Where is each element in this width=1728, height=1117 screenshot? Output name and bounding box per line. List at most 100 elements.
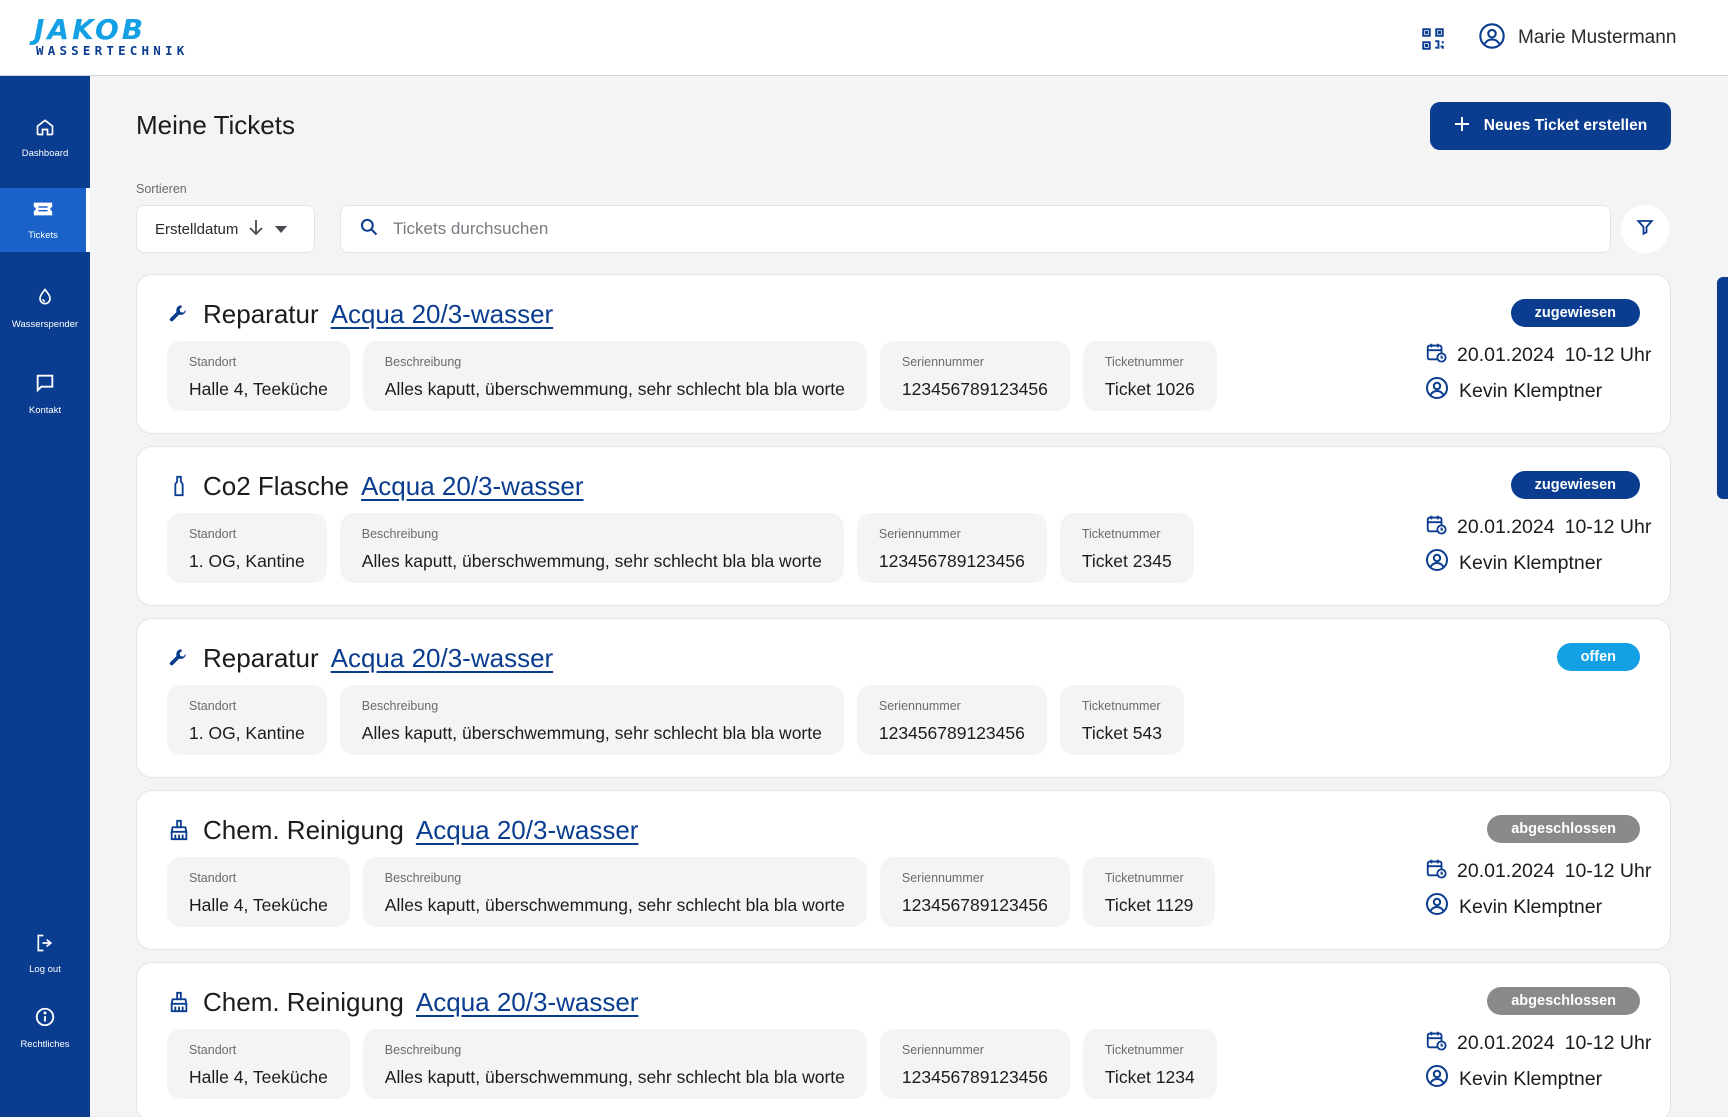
- field-value: Halle 4, Teeküche: [189, 895, 328, 915]
- sidebar-item-tickets[interactable]: Tickets: [0, 188, 90, 252]
- field-value: Ticket 543: [1081, 723, 1162, 743]
- device-link[interactable]: Acqua 20/3-wasser: [331, 299, 554, 330]
- field-label: Beschreibung: [361, 527, 439, 541]
- bottle-icon: [167, 474, 191, 498]
- sidebar-item-rechtliches[interactable]: Rechtliches: [0, 996, 90, 1060]
- field-description: Beschreibung Alles kaputt, überschwemmung…: [362, 857, 867, 927]
- ticket-meta: 20.01.2024 10-12 Uhr Kevin Klemptner: [1425, 853, 1651, 925]
- ticket-category: Chem. Reinigung: [203, 814, 404, 845]
- water-drop-icon: [35, 286, 55, 313]
- field-value: Ticket 2345: [1081, 551, 1172, 571]
- field-label: Beschreibung: [384, 871, 462, 885]
- field-description: Beschreibung Alles kaputt, überschwemmung…: [362, 1029, 867, 1099]
- ticket-header: Co2 Flasche Acqua 20/3-wasser: [167, 469, 584, 503]
- ticket-meta: 20.01.2024 10-12 Uhr Kevin Klemptner: [1425, 1025, 1651, 1097]
- field-label: Seriennummer: [901, 355, 984, 369]
- scrollbar-thumb[interactable]: [1717, 277, 1728, 499]
- appointment-row: 20.01.2024 10-12 Uhr: [1425, 509, 1651, 545]
- technician-avatar-icon: [1425, 548, 1449, 578]
- sidebar-item-label: Wasserspender: [11, 319, 79, 330]
- ticket-card[interactable]: Reparatur Acqua 20/3-wasser Standort Hall…: [136, 274, 1671, 434]
- field-location: Standort 1. OG, Kantine: [167, 685, 327, 755]
- status-badge: offen: [1556, 643, 1640, 671]
- device-link[interactable]: Acqua 20/3-wasser: [416, 815, 639, 846]
- ticket-card[interactable]: Reparatur Acqua 20/3-wasser Standort 1. O…: [136, 618, 1671, 778]
- sidebar-item-label: Dashboard: [21, 148, 69, 159]
- wrench-icon: [167, 646, 191, 670]
- field-label: Ticketnummer: [1104, 871, 1184, 885]
- top-bar: JAKOB WASSERTECHNIK Marie Mustermann: [0, 0, 1728, 76]
- field-value: 123456789123456: [901, 1067, 1048, 1087]
- field-value: 1. OG, Kantine: [189, 723, 305, 743]
- device-link[interactable]: Acqua 20/3-wasser: [416, 987, 639, 1018]
- field-location: Standort Halle 4, Teeküche: [167, 341, 350, 411]
- search-input[interactable]: [393, 219, 1543, 239]
- field-location: Standort 1. OG, Kantine: [167, 513, 327, 583]
- sort-select[interactable]: Erstelldatum: [136, 205, 315, 253]
- field-description: Beschreibung Alles kaputt, überschwemmung…: [339, 685, 844, 755]
- sidebar-item-label: Tickets: [28, 230, 58, 241]
- technician-row: Kevin Klemptner: [1425, 373, 1651, 409]
- logout-icon: [35, 933, 55, 958]
- appointment-time: 10-12 Uhr: [1564, 1031, 1652, 1054]
- user-menu[interactable]: Marie Mustermann: [1478, 22, 1676, 54]
- ticket-category: Co2 Flasche: [203, 470, 349, 501]
- field-serial: Seriennummer 123456789123456: [856, 513, 1047, 583]
- logo-wordmark: JAKOB: [34, 13, 147, 46]
- home-icon: [35, 117, 55, 142]
- sidebar-item-dashboard[interactable]: Dashboard: [0, 106, 90, 170]
- ticket-fields: Standort Halle 4, Teeküche Beschreibung Al…: [167, 857, 1216, 927]
- appointment-time: 10-12 Uhr: [1564, 343, 1652, 366]
- page-title: Meine Tickets: [136, 110, 295, 140]
- ticket-fields: Standort Halle 4, Teeküche Beschreibung Al…: [167, 1029, 1217, 1099]
- field-value: 1. OG, Kantine: [189, 551, 305, 571]
- field-label: Beschreibung: [384, 1043, 462, 1057]
- field-ticket-number: Ticketnummer Ticket 1234: [1082, 1029, 1217, 1099]
- ticket-category: Reparatur: [203, 642, 319, 673]
- device-link[interactable]: Acqua 20/3-wasser: [331, 643, 554, 674]
- appointment-row: 20.01.2024 10-12 Uhr: [1425, 853, 1651, 889]
- sidebar-item-wasserspender[interactable]: Wasserspender: [0, 276, 90, 340]
- ticket-card[interactable]: Chem. Reinigung Acqua 20/3-wasser Stando…: [136, 962, 1671, 1117]
- user-name: Marie Mustermann: [1518, 27, 1677, 48]
- ticket-card[interactable]: Co2 Flasche Acqua 20/3-wasser Standort 1.…: [136, 446, 1671, 606]
- field-serial: Seriennummer 123456789123456: [879, 1029, 1070, 1099]
- technician-avatar-icon: [1425, 892, 1449, 922]
- field-label: Standort: [189, 527, 237, 541]
- plus-icon: [1454, 116, 1470, 137]
- calendar-clock-icon: [1425, 857, 1447, 885]
- field-ticket-number: Ticketnummer Ticket 543: [1059, 685, 1184, 755]
- ticket-category: Chem. Reinigung: [203, 986, 404, 1017]
- sort-value: Erstelldatum: [155, 220, 239, 238]
- company-logo[interactable]: JAKOB WASSERTECHNIK: [34, 16, 194, 60]
- calendar-clock-icon: [1425, 341, 1447, 369]
- appointment-row: 20.01.2024 10-12 Uhr: [1425, 1025, 1651, 1061]
- appointment-time: 10-12 Uhr: [1564, 859, 1652, 882]
- field-label: Standort: [189, 699, 237, 713]
- field-label: Seriennummer: [901, 1043, 984, 1057]
- field-serial: Seriennummer 123456789123456: [879, 341, 1070, 411]
- field-value: 123456789123456: [878, 551, 1025, 571]
- ticket-header: Chem. Reinigung Acqua 20/3-wasser: [167, 813, 638, 847]
- field-label: Standort: [189, 871, 237, 885]
- wrench-icon: [167, 302, 191, 326]
- field-ticket-number: Ticketnummer Ticket 2345: [1059, 513, 1194, 583]
- ticket-card[interactable]: Chem. Reinigung Acqua 20/3-wasser Stando…: [136, 790, 1671, 950]
- sidebar-item-kontakt[interactable]: Kontakt: [0, 362, 90, 426]
- sidebar-item-logout[interactable]: Log out: [0, 922, 90, 986]
- field-ticket-number: Ticketnummer Ticket 1129: [1082, 857, 1216, 927]
- field-label: Ticketnummer: [1081, 699, 1161, 713]
- search-icon: [359, 217, 379, 242]
- cleaning-brush-icon: [167, 818, 191, 842]
- qr-code-icon[interactable]: [1420, 26, 1446, 52]
- field-value: Alles kaputt, überschwemmung, sehr schle…: [384, 379, 845, 399]
- device-link[interactable]: Acqua 20/3-wasser: [361, 471, 584, 502]
- ticket-header: Reparatur Acqua 20/3-wasser: [167, 297, 553, 331]
- field-label: Ticketnummer: [1104, 1043, 1184, 1057]
- appointment-date: 20.01.2024: [1457, 515, 1555, 538]
- filter-button[interactable]: [1621, 205, 1669, 253]
- ticket-meta: 20.01.2024 10-12 Uhr Kevin Klemptner: [1425, 509, 1651, 581]
- new-ticket-button[interactable]: Neues Ticket erstellen: [1430, 102, 1671, 150]
- field-value: Alles kaputt, überschwemmung, sehr schle…: [384, 1067, 845, 1087]
- field-value: Ticket 1026: [1104, 379, 1195, 399]
